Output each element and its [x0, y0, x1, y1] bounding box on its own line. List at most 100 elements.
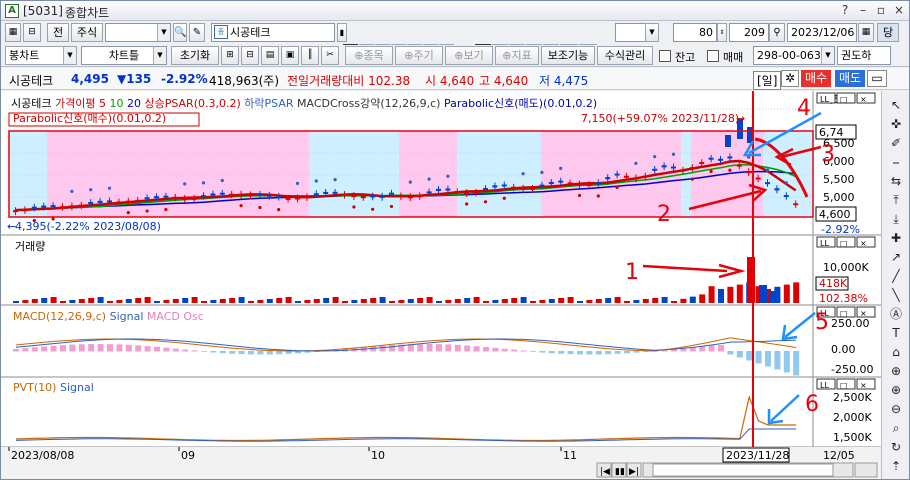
formula-manager-button[interactable]: 수식관리: [597, 46, 653, 65]
legend-entry: 하락PSAR: [241, 96, 294, 110]
ruler-icon[interactable]: ⎯: [886, 152, 906, 172]
window-icon[interactable]: ▣: [281, 46, 299, 65]
pointer-icon[interactable]: ↖: [886, 95, 906, 115]
date-input[interactable]: 2023/12/06: [787, 23, 857, 42]
scrollbar-thumb[interactable]: [652, 463, 834, 477]
stock-code-input[interactable]: ▼: [105, 23, 171, 42]
interval-dropdown-icon[interactable]: ▼: [645, 23, 659, 42]
close-button[interactable]: ×: [891, 3, 907, 19]
indicator-button[interactable]: ⊕지표: [495, 46, 539, 65]
range-input[interactable]: 209: [729, 23, 769, 42]
legend-entry: 상승PSAR(0.3,0.2): [141, 97, 241, 110]
tool-icon[interactable]: ✜: [886, 114, 906, 134]
user-field[interactable]: 권도하: [837, 46, 891, 65]
trade-checkbox[interactable]: [707, 50, 719, 62]
balance-checkbox[interactable]: [659, 50, 671, 62]
grid-icon[interactable]: ▦: [5, 23, 21, 42]
panel-corner-label: LL: [820, 95, 829, 104]
market-button[interactable]: 주식: [71, 23, 103, 42]
chart-type-select[interactable]: 봉차트 ▼: [5, 46, 77, 65]
volume-bar: [304, 300, 311, 303]
eraser-icon[interactable]: ✐: [886, 133, 906, 153]
chart-window: A [5031] 종합차트 ? – ▫ × ▦ ⊟ 전 주식 ▼ 🔍 ✎ 종 시…: [0, 0, 910, 480]
stock-list-icon[interactable]: ▮: [337, 23, 347, 42]
settings-gear-icon[interactable]: ✲: [781, 70, 799, 87]
panel-button[interactable]: ▭: [867, 70, 887, 87]
count-stepper-icon[interactable]: ⇕: [717, 23, 727, 42]
lock-icon[interactable]: ⊟: [23, 23, 41, 42]
crosshair-icon[interactable]: ✚: [886, 228, 906, 248]
calendar-icon[interactable]: ▦: [858, 23, 874, 42]
legend-entry: PVT(10): [13, 381, 56, 394]
candle-body: [520, 187, 526, 190]
maximize-button[interactable]: ▫: [873, 3, 889, 19]
auto-icon[interactable]: Ⓐ: [886, 304, 906, 324]
macd-ytick: 250.00: [831, 317, 870, 330]
volume-bar: [492, 300, 499, 303]
buy-button[interactable]: 매수: [801, 70, 831, 87]
layout-icon[interactable]: ⊞: [221, 46, 239, 65]
legend-entry: Parabolic신호(매도)(0.01,0.2): [440, 97, 597, 110]
candle-body: [783, 195, 789, 198]
dang-button[interactable]: 당: [877, 23, 899, 42]
candle-body: [436, 188, 441, 192]
candle-body: [285, 197, 291, 200]
macd-osc-bar: [266, 351, 273, 355]
volume-bar: [323, 298, 330, 303]
jeon-button[interactable]: 전: [47, 23, 69, 42]
cursor-icon[interactable]: ↗: [886, 247, 906, 267]
volume-bar: [172, 299, 179, 303]
diagonal-icon[interactable]: ╲: [886, 285, 906, 305]
text-icon[interactable]: T: [886, 323, 906, 343]
price-icon[interactable]: ⤒: [886, 190, 906, 210]
split-icon[interactable]: ⊟: [241, 46, 259, 65]
wrench-icon[interactable]: ✎: [189, 23, 205, 42]
aux-function-button[interactable]: 보조기능: [541, 46, 595, 65]
all-icon[interactable]: ⌂: [886, 342, 906, 362]
magnet-icon[interactable]: ⊕: [886, 361, 906, 381]
chart-area[interactable]: 시공테크 가격이평 5 10 20 상승PSAR(0.3,0.2) 하락PSAR…: [1, 91, 881, 479]
cycle-button[interactable]: ⊕주기: [395, 46, 443, 65]
volume-bar: [718, 289, 724, 303]
help-button[interactable]: ?: [837, 3, 853, 19]
reset-button[interactable]: 초기화: [171, 46, 219, 65]
up-icon[interactable]: ⇡: [886, 456, 906, 476]
chevron-down-icon[interactable]: ▼: [157, 24, 170, 41]
psar-dot: [126, 211, 130, 215]
candle-body: [97, 200, 103, 203]
search-icon[interactable]: 🔍: [173, 23, 187, 42]
zoom-out-icon[interactable]: ⊖: [886, 399, 906, 419]
compare-button[interactable]: ⊕종목: [345, 46, 393, 65]
count-input[interactable]: 80: [673, 23, 717, 42]
mirror-icon[interactable]: ⇆: [886, 171, 906, 191]
minimize-button[interactable]: –: [855, 3, 871, 19]
magnifier-icon[interactable]: ⚲: [769, 23, 785, 42]
psar-dot: [408, 180, 412, 184]
account-field[interactable]: 298-00-063257 ▼: [753, 46, 835, 65]
zoom-in-icon[interactable]: ⊕: [886, 380, 906, 400]
volume-bar: [389, 301, 395, 303]
panel-corner-label: □: [840, 309, 848, 318]
scroll-settings-button[interactable]: [854, 462, 878, 478]
volume-bar: [163, 300, 170, 303]
trade-icon[interactable]: ⤓: [886, 209, 906, 229]
stock-name-field[interactable]: 종 시공테크: [211, 23, 335, 42]
scissors-icon[interactable]: ✂: [321, 46, 339, 65]
scroll-controls[interactable]: |◀ ▮▮ ▶|: [596, 462, 878, 478]
candle-body: [398, 195, 404, 198]
bars-icon[interactable]: ║: [301, 46, 319, 65]
chart-canvas[interactable]: 시공테크 가격이평 5 10 20 상승PSAR(0.3,0.2) 하락PSAR…: [1, 91, 881, 479]
line-icon[interactable]: ╱: [886, 266, 906, 286]
psar-dot: [465, 202, 469, 206]
period-tag[interactable]: [일]: [753, 71, 782, 90]
search-icon[interactable]: ⌕: [886, 418, 906, 438]
volume-bar: [793, 282, 800, 303]
chart-frame-select[interactable]: 차트틀 ▼: [81, 46, 167, 65]
candle-body: [567, 182, 573, 185]
table-icon[interactable]: ▤: [261, 46, 279, 65]
view-button[interactable]: ⊕보기: [445, 46, 493, 65]
candle-body: [257, 193, 263, 196]
refresh-icon[interactable]: ↻: [886, 437, 906, 457]
sell-button[interactable]: 매도: [835, 70, 865, 87]
volume-bar: [652, 298, 659, 303]
